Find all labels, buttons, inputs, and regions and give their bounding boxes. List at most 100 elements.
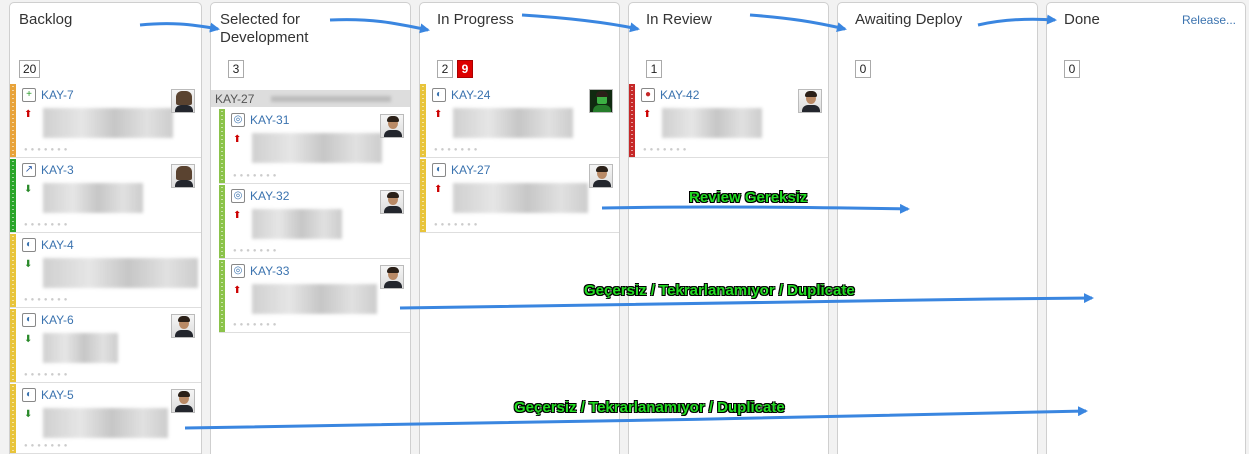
subtask-icon: ◎ — [231, 113, 245, 127]
redacted-summary — [43, 333, 118, 363]
priority-stripe — [219, 109, 225, 183]
column-title-backlog: Backlog — [19, 11, 73, 28]
progress-dots: ●●●●●●● — [24, 222, 71, 228]
assignee-avatar[interactable] — [171, 389, 195, 413]
priority-up-icon: ⬆ — [24, 109, 33, 120]
priority-up-icon: ⬆ — [233, 210, 242, 221]
issue-card[interactable]: ◐ KAY-24 ⬆ ●●●●●●● — [420, 84, 619, 158]
idea-icon: ◐ — [22, 388, 36, 402]
issue-key-link[interactable]: KAY-31 — [250, 113, 289, 127]
progress-dots: ●●●●●●● — [24, 297, 71, 303]
assignee-avatar[interactable] — [589, 89, 613, 113]
issue-card[interactable]: ◎ KAY-32 ⬆ ●●●●●●● — [219, 185, 410, 259]
progress-dots: ●●●●●●● — [24, 443, 71, 449]
redacted-summary — [43, 108, 173, 138]
idea-icon: ◐ — [22, 238, 36, 252]
progress-dots: ●●●●●●● — [643, 147, 690, 153]
issue-card[interactable]: ◐ KAY-4 ⬇ ●●●●●●● — [10, 234, 201, 308]
priority-stripe — [10, 309, 16, 382]
assignee-avatar[interactable] — [380, 190, 404, 214]
redacted-summary — [252, 209, 342, 239]
issue-key-link[interactable]: KAY-42 — [660, 88, 699, 102]
column-awaiting-deploy: Awaiting Deploy 0 — [837, 2, 1038, 454]
priority-stripe — [10, 234, 16, 307]
idea-icon: ◐ — [432, 163, 446, 177]
redacted-summary — [453, 183, 588, 213]
priority-stripe — [420, 159, 426, 232]
priority-stripe — [10, 159, 16, 232]
redacted-summary — [453, 108, 573, 138]
column-title-in-progress: In Progress — [437, 11, 514, 28]
issue-key-link[interactable]: KAY-6 — [41, 313, 74, 327]
priority-stripe — [219, 185, 225, 258]
priority-stripe — [629, 84, 635, 157]
progress-dots: ●●●●●●● — [233, 173, 280, 179]
subtask-icon: ◎ — [231, 189, 245, 203]
issue-card[interactable]: ◐ KAY-6 ⬇ ●●●●●●● — [10, 309, 201, 383]
issue-count-badge: 2 — [437, 60, 453, 78]
redacted-summary — [43, 183, 143, 213]
assignee-avatar[interactable] — [171, 164, 195, 188]
issue-key-link[interactable]: KAY-5 — [41, 388, 74, 402]
issue-card[interactable]: ◐ KAY-5 ⬇ ●●●●●●● — [10, 384, 201, 454]
progress-dots: ●●●●●●● — [24, 147, 71, 153]
priority-stripe — [10, 384, 16, 453]
issue-key-link[interactable]: KAY-32 — [250, 189, 289, 203]
redacted-summary — [271, 96, 391, 102]
priority-up-icon: ⬆ — [233, 285, 242, 296]
idea-icon: ◐ — [22, 313, 36, 327]
redacted-summary — [43, 258, 198, 288]
priority-stripe — [10, 84, 16, 157]
issue-key-link[interactable]: KAY-3 — [41, 163, 74, 177]
column-title-in-review: In Review — [646, 11, 712, 28]
issue-card[interactable]: ↗ KAY-3 ⬇ ●●●●●●● — [10, 159, 201, 233]
progress-dots: ●●●●●●● — [434, 147, 481, 153]
priority-down-icon: ⬇ — [24, 184, 33, 195]
issue-key-link[interactable]: KAY-7 — [41, 88, 74, 102]
priority-down-icon: ⬇ — [24, 409, 33, 420]
issue-key-link[interactable]: KAY-4 — [41, 238, 74, 252]
issue-key-link[interactable]: KAY-27 — [451, 163, 490, 177]
assignee-avatar[interactable] — [589, 164, 613, 188]
column-in-review: In Review 1 — [628, 2, 829, 454]
redacted-summary — [252, 284, 377, 314]
redacted-summary — [43, 408, 168, 438]
issue-card[interactable]: ◎ KAY-31 ⬆ ●●●●●●● — [219, 109, 410, 184]
assignee-avatar[interactable] — [171, 314, 195, 338]
priority-stripe — [420, 84, 426, 157]
wip-max-badge: 9 — [457, 60, 473, 78]
assignee-avatar[interactable] — [380, 114, 404, 138]
issue-card[interactable]: + KAY-7 ⬆ ●●●●●●● — [10, 84, 201, 158]
progress-dots: ●●●●●●● — [24, 372, 71, 378]
column-title-done: Done — [1064, 11, 1100, 28]
swimlane-parent-header[interactable]: KAY-27 — [211, 90, 410, 107]
issue-card[interactable]: ◐ KAY-27 ⬆ ●●●●●●● — [420, 159, 619, 233]
kanban-board: Backlog 20 Selected for Development 3 In… — [0, 0, 1249, 454]
issue-count-badge: 1 — [646, 60, 662, 78]
priority-up-icon: ⬆ — [434, 109, 443, 120]
priority-up-icon: ⬆ — [643, 109, 652, 120]
issue-count-badge: 3 — [228, 60, 244, 78]
assignee-avatar[interactable] — [171, 89, 195, 113]
redacted-summary — [662, 108, 762, 138]
issue-card[interactable]: ◎ KAY-33 ⬆ ●●●●●●● — [219, 260, 410, 333]
new-feature-icon: + — [22, 88, 36, 102]
issue-key-link[interactable]: KAY-33 — [250, 264, 289, 278]
issue-count-badge: 0 — [1064, 60, 1080, 78]
issue-card[interactable]: ● KAY-42 ⬆ ●●●●●●● — [629, 84, 828, 158]
column-title-selected: Selected for Development — [220, 11, 309, 46]
assignee-avatar[interactable] — [798, 89, 822, 113]
issue-key-link[interactable]: KAY-24 — [451, 88, 490, 102]
column-title-awaiting-deploy: Awaiting Deploy — [855, 11, 963, 28]
issue-count-badge: 20 — [19, 60, 41, 78]
release-link[interactable]: Release... — [1182, 13, 1236, 27]
annotation-duplicate: Geçersiz / Tekrarlanamıyor / Duplicate — [514, 399, 785, 416]
priority-down-icon: ⬇ — [24, 259, 33, 270]
subtask-icon: ◎ — [231, 264, 245, 278]
annotation-review-skip: Review Gereksiz — [689, 189, 808, 206]
assignee-avatar[interactable] — [380, 265, 404, 289]
priority-up-icon: ⬆ — [434, 184, 443, 195]
priority-down-icon: ⬇ — [24, 334, 33, 345]
issue-count-badge: 0 — [855, 60, 871, 78]
progress-dots: ●●●●●●● — [434, 222, 481, 228]
